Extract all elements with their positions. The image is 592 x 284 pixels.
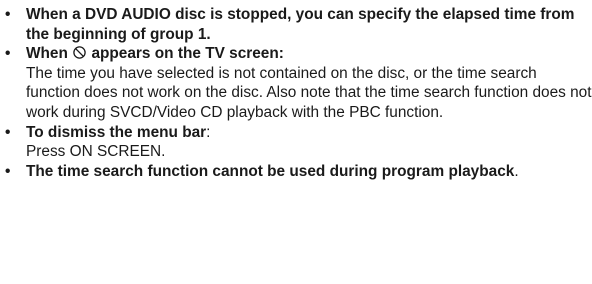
note-item-dvd-audio: • When a DVD AUDIO disc is stopped, you …	[4, 5, 592, 44]
bullet: •	[5, 45, 11, 63]
note-item-dismiss-menu-bar: • To dismiss the menu bar: Press ON SCRE…	[4, 123, 592, 162]
note-bold-text: When a DVD AUDIO disc is stopped, you ca…	[26, 6, 575, 43]
bullet: •	[5, 123, 11, 141]
note-bold-text: The time search function cannot be used …	[26, 162, 515, 180]
note-item-program-playback: • The time search function cannot be use…	[4, 162, 592, 182]
note-body-text: The time you have selected is not contai…	[26, 64, 592, 121]
note-period: .	[514, 162, 519, 180]
note-body-text: Press ON SCREEN.	[26, 143, 166, 161]
notes-list: • When a DVD AUDIO disc is stopped, you …	[0, 0, 592, 284]
prohibit-icon	[73, 46, 86, 59]
note-colon: :	[206, 123, 211, 141]
note-bold-text-post: appears on the TV screen:	[87, 45, 284, 63]
bullet: •	[5, 6, 11, 23]
note-bold-text: To dismiss the menu bar	[26, 123, 207, 141]
note-item-prohibit-symbol: • When appears on the TV screen: The tim…	[4, 44, 592, 122]
bullet: •	[5, 162, 11, 180]
note-bold-text-pre: When	[26, 45, 73, 63]
